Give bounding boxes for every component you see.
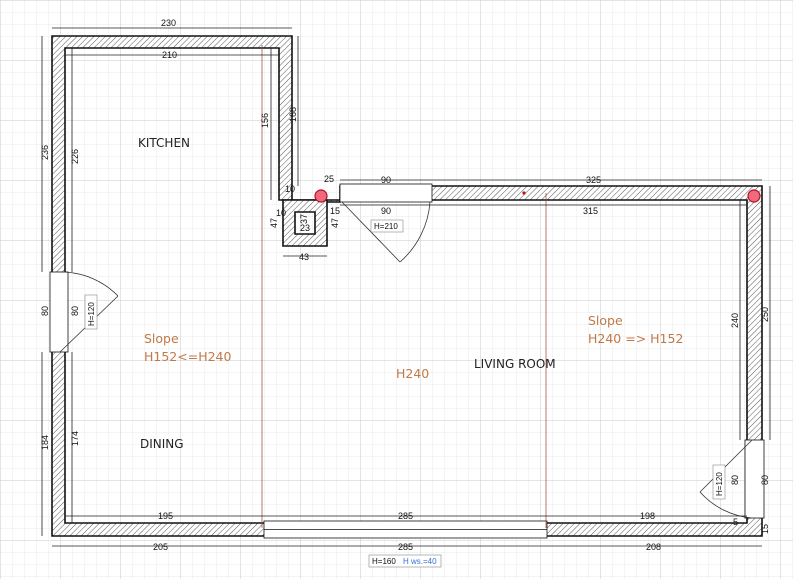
door-tag-right: H=120: [712, 464, 726, 500]
dim-kitchen-right-156: 156: [260, 113, 270, 128]
dim-notch-10b: 10: [276, 208, 286, 218]
dim-kitchen-left-inner: 226: [70, 149, 80, 164]
marker-left[interactable]: [314, 189, 328, 203]
slope-right-value: H240 => H152: [588, 331, 683, 346]
svg-text:H=120: H=120: [715, 472, 724, 496]
dim-top-90a: 90: [381, 175, 391, 185]
dim-bottom-285a: 285: [398, 511, 413, 521]
dim-left-174: 174: [70, 431, 80, 446]
dining-label: DINING: [140, 437, 184, 451]
window-tag-bottom: H=160 H ws.=40: [368, 554, 442, 568]
dim-bottom-208: 208: [646, 542, 661, 552]
left-door-opening: [49, 271, 69, 353]
grid-background: [0, 0, 793, 579]
marker-small: [522, 191, 526, 195]
dim-right-15: 15: [760, 524, 770, 534]
dim-bottom-195: 195: [158, 511, 173, 521]
slope-left-value: H152<=H240: [144, 349, 232, 364]
dim-top-325: 325: [586, 175, 601, 185]
dim-top-315: 315: [583, 206, 598, 216]
dim-notch-47a: 47: [269, 218, 279, 228]
living-room-label: LIVING ROOM: [474, 357, 556, 371]
dim-top-25: 25: [324, 174, 334, 184]
svg-text:H ws.=40: H ws.=40: [403, 557, 437, 566]
kitchen-label: KITCHEN: [138, 136, 190, 150]
dim-left-184: 184: [40, 435, 50, 450]
dim-kitchen-right-168: 168: [288, 107, 298, 122]
dim-notch-10a: 10: [285, 184, 295, 194]
dim-right-250: 250: [760, 307, 770, 322]
dim-bottom-198: 198: [640, 511, 655, 521]
door-tag-top: H=210: [370, 219, 404, 233]
dim-notch-37: 37: [299, 214, 309, 224]
dim-kitchen-left-outer: 236: [40, 145, 50, 160]
dim-bottom-205: 205: [153, 542, 168, 552]
dim-top-90b: 90: [381, 206, 391, 216]
center-height-label: H240: [396, 366, 429, 381]
door-tag-left: H=120: [84, 294, 98, 330]
dim-right-80b: 80: [760, 475, 770, 485]
svg-text:H=210: H=210: [374, 222, 398, 231]
dim-top-15: 15: [330, 206, 340, 216]
dim-left-80b: 80: [70, 306, 80, 316]
dim-left-80a: 80: [40, 306, 50, 316]
dim-right-240: 240: [730, 313, 740, 328]
top-door-opening: [339, 183, 433, 203]
svg-text:H=120: H=120: [87, 302, 96, 326]
dim-bottom-285b: 285: [398, 542, 413, 552]
slope-left-title: Slope: [144, 331, 179, 346]
marker-right[interactable]: [747, 189, 761, 203]
dim-kitchen-outer-top: 230: [161, 18, 176, 28]
dim-notch-47b: 47: [330, 218, 340, 228]
slope-right-title: Slope: [588, 313, 623, 328]
dim-right-5: 5: [733, 517, 738, 527]
dim-kitchen-inner-top: 210: [162, 50, 177, 60]
dim-notch-43: 43: [299, 252, 309, 262]
svg-text:H=160: H=160: [372, 557, 396, 566]
dim-right-80a: 80: [730, 475, 740, 485]
floor-plan: KITCHEN DINING LIVING ROOM Slope H152<=H…: [0, 0, 793, 579]
